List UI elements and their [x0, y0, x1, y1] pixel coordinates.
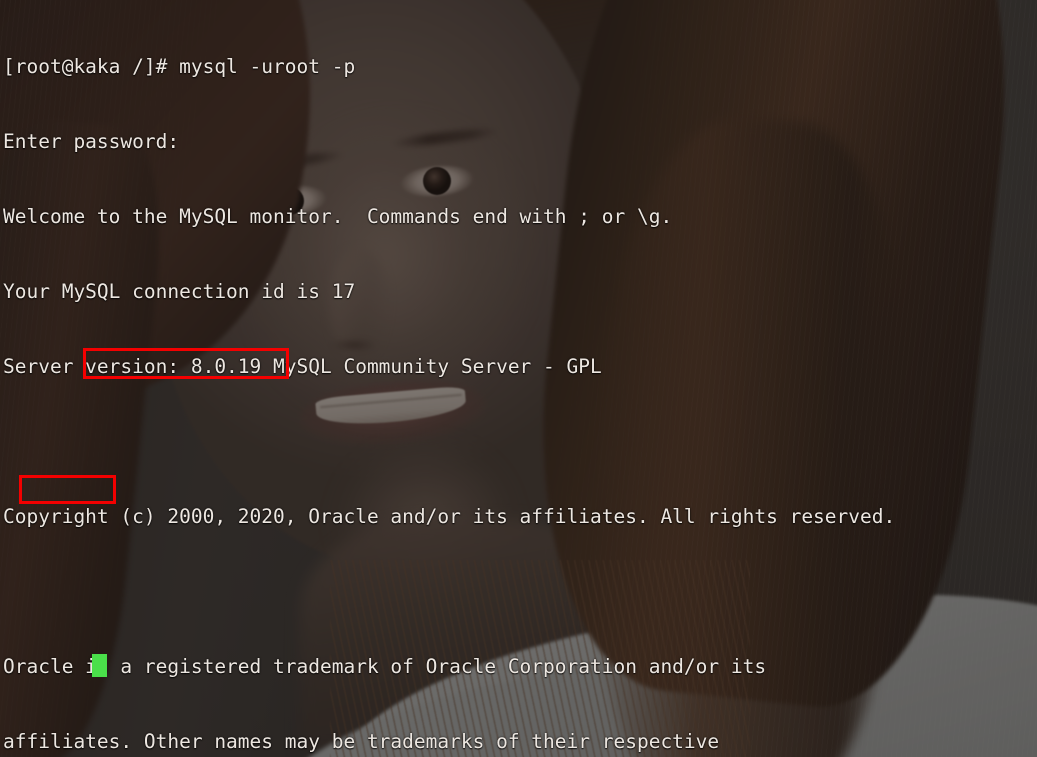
terminal-line: affiliates. Other names may be trademark…: [3, 730, 720, 753]
terminal-window[interactable]: [root@kaka /]# mysql -uroot -p Enter pas…: [0, 0, 1037, 757]
terminal-line: Your MySQL connection id is 17: [3, 280, 356, 303]
terminal-line: Copyright (c) 2000, 2020, Oracle and/or …: [3, 505, 896, 528]
terminal-line: Enter password:: [3, 130, 180, 153]
terminal-cursor: [92, 654, 107, 677]
terminal-line: Oracle is a registered trademark of Orac…: [3, 655, 767, 678]
terminal-output[interactable]: [root@kaka /]# mysql -uroot -p Enter pas…: [0, 0, 1037, 757]
terminal-line: [root@kaka /]# mysql -uroot -p: [3, 55, 356, 78]
terminal-line: Server version: 8.0.19 MySQL Community S…: [3, 355, 602, 378]
terminal-line: Welcome to the MySQL monitor. Commands e…: [3, 205, 673, 228]
